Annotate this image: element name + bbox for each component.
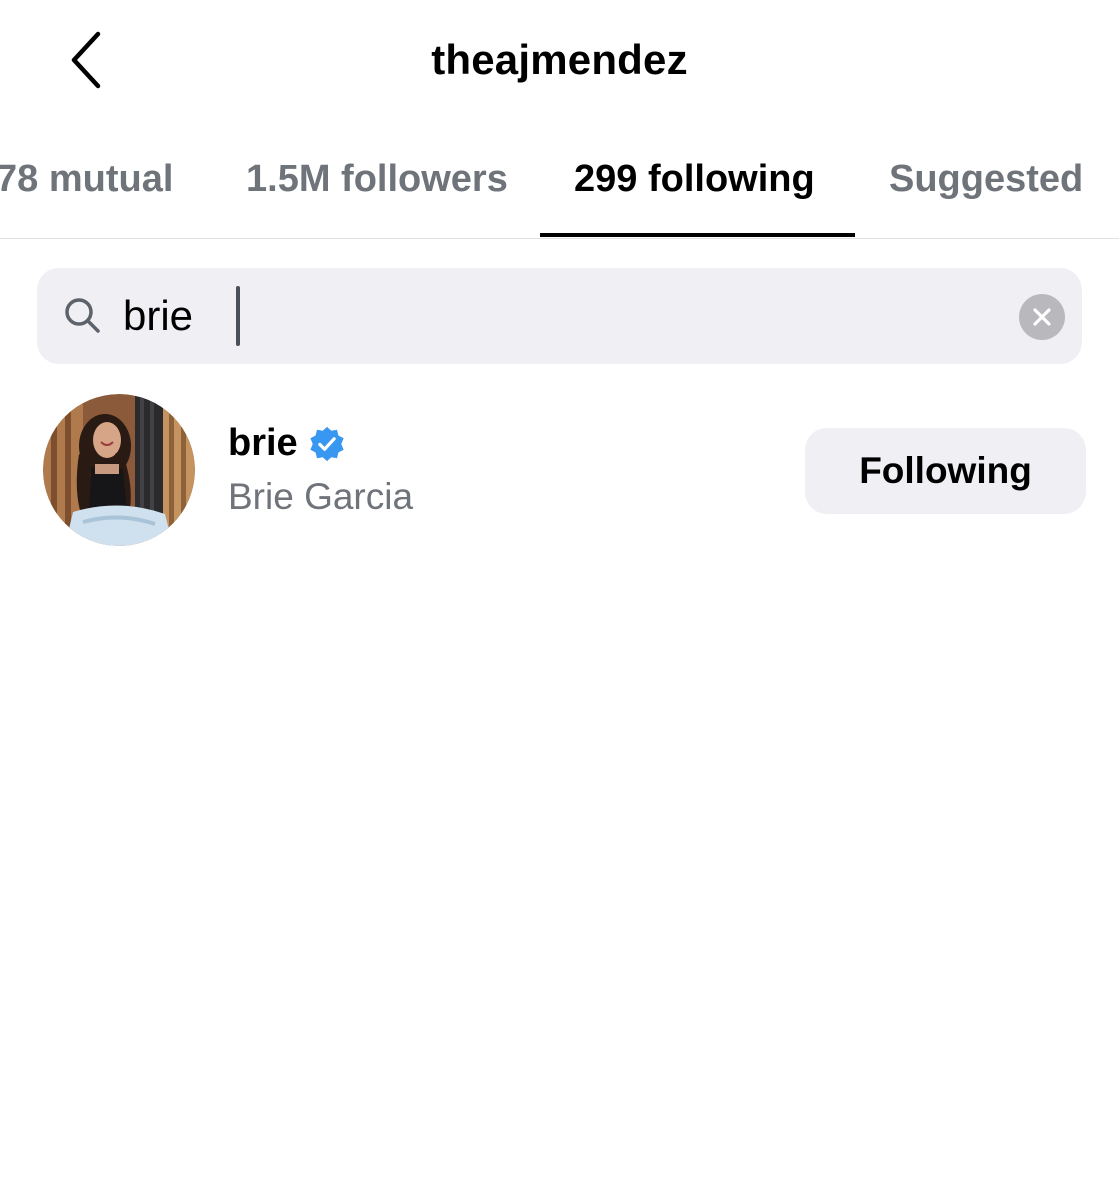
page-title: theajmendez xyxy=(431,36,688,83)
username: brie xyxy=(228,422,298,464)
active-tab-indicator xyxy=(540,233,855,237)
tab-followers[interactable]: 1.5M followers xyxy=(246,158,508,201)
verified-badge-icon xyxy=(310,426,344,461)
full-name: Brie Garcia xyxy=(228,476,414,517)
following-button[interactable]: Following xyxy=(805,428,1086,514)
user-list-item[interactable]: brie Brie Garcia Following xyxy=(0,392,1119,548)
tab-bar: 78 mutual 1.5M followers 299 following S… xyxy=(0,140,1119,239)
tab-following[interactable]: 299 following xyxy=(574,158,815,201)
search-bar[interactable] xyxy=(37,268,1082,364)
text-cursor xyxy=(236,286,240,346)
avatar[interactable] xyxy=(43,394,195,546)
search-input[interactable] xyxy=(123,288,983,344)
clear-icon xyxy=(1033,308,1051,326)
username-row[interactable]: brie xyxy=(228,422,346,465)
profile-photo xyxy=(43,394,195,546)
search-icon xyxy=(65,298,100,333)
clear-search-button[interactable] xyxy=(1019,294,1065,340)
tab-suggested[interactable]: Suggested xyxy=(889,158,1083,201)
tab-mutual[interactable]: 78 mutual xyxy=(0,158,173,201)
top-bar: theajmendez xyxy=(0,0,1119,120)
